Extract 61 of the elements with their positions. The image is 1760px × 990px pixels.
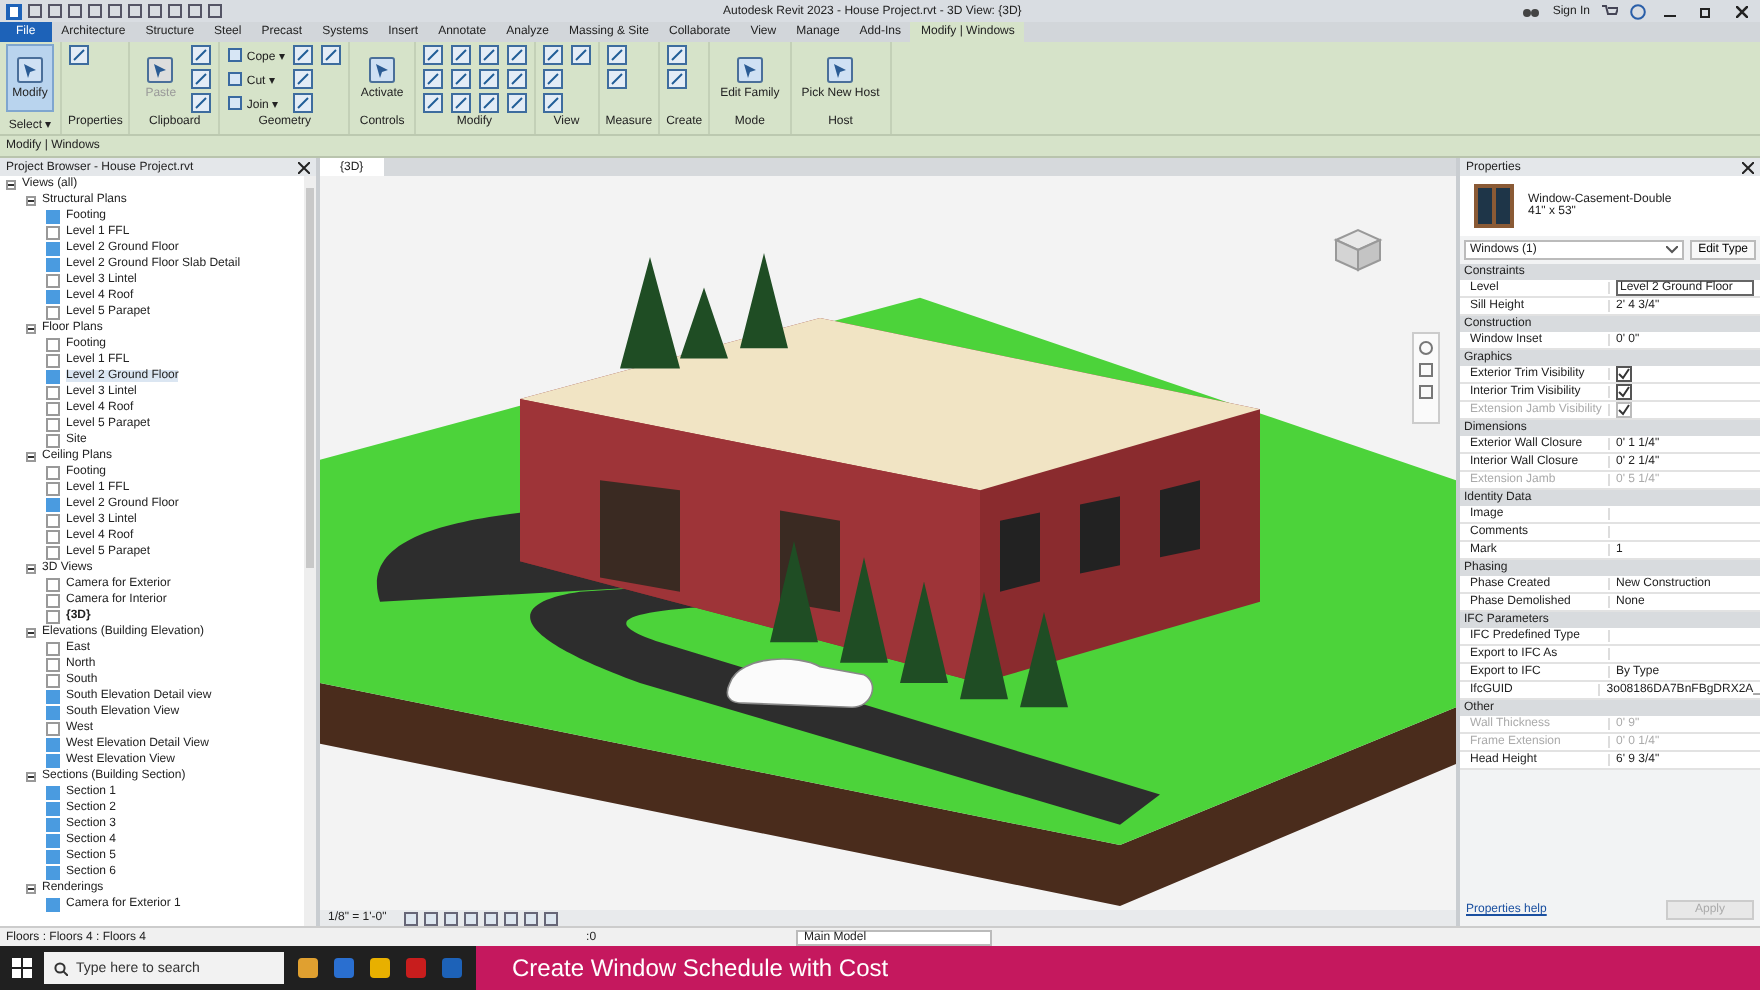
window-icon: [1472, 182, 1516, 230]
cursor-icon: [146, 56, 175, 84]
tool-icon[interactable]: [421, 68, 444, 90]
collapse-toggle[interactable]: [26, 883, 36, 893]
tool-icon[interactable]: [421, 44, 444, 66]
tool-icon[interactable]: [449, 44, 472, 66]
caret-icon: [1666, 246, 1679, 254]
tool-icon[interactable]: [449, 92, 472, 114]
tool-icon[interactable]: [421, 92, 444, 114]
tool-icon[interactable]: [292, 92, 315, 114]
tool-icon[interactable]: [190, 44, 213, 66]
tool-icon[interactable]: [477, 92, 500, 114]
help-icon[interactable]: [1630, 3, 1646, 19]
cursor-icon: [735, 56, 764, 84]
collapse-toggle[interactable]: [26, 323, 36, 333]
tool-icon[interactable]: [605, 68, 628, 90]
tool-icon[interactable]: [605, 44, 628, 66]
cart-icon[interactable]: [1602, 4, 1618, 18]
close-icon[interactable]: [298, 161, 310, 173]
cursor-icon: [16, 56, 44, 84]
tool-icon[interactable]: [505, 44, 528, 66]
restore-icon: [1700, 5, 1712, 17]
taskbar-app-icon[interactable]: [368, 956, 392, 980]
close-button[interactable]: [1730, 3, 1754, 19]
tool-icon[interactable]: [190, 92, 213, 114]
close-icon[interactable]: [1742, 161, 1754, 173]
view-cube-icon[interactable]: [1332, 228, 1384, 272]
cursor-icon: [368, 56, 397, 84]
collapse-toggle[interactable]: [26, 563, 36, 573]
tool-icon[interactable]: [505, 68, 528, 90]
tool-icon[interactable]: [666, 68, 689, 90]
tool-icon[interactable]: [541, 92, 564, 114]
tool-icon[interactable]: [292, 44, 315, 66]
tool-icon[interactable]: [666, 44, 689, 66]
collapse-toggle[interactable]: [26, 627, 36, 637]
tool-icon[interactable]: [320, 44, 343, 66]
tool-icon[interactable]: [477, 68, 500, 90]
tool-icon[interactable]: [569, 44, 592, 66]
cursor-icon: [826, 56, 855, 84]
taskbar-app-icon[interactable]: [296, 956, 320, 980]
windows-start-icon[interactable]: [12, 958, 32, 978]
collapse-toggle[interactable]: [26, 451, 36, 461]
collapse-toggle[interactable]: [26, 771, 36, 781]
checkbox[interactable]: [1616, 384, 1632, 400]
close-icon: [1736, 5, 1748, 17]
app-logo-icon[interactable]: [6, 3, 22, 19]
checkbox[interactable]: [1616, 366, 1632, 382]
tool-icon[interactable]: [505, 92, 528, 114]
tool-icon[interactable]: [292, 68, 315, 90]
collapse-toggle[interactable]: [26, 195, 36, 205]
tool-icon[interactable]: [541, 68, 564, 90]
collapse-toggle[interactable]: [6, 179, 16, 189]
tool-icon[interactable]: [190, 68, 213, 90]
tool-icon[interactable]: [449, 68, 472, 90]
caption-banner: Create Window Schedule with Cost: [476, 946, 1760, 990]
tool-icon[interactable]: [68, 44, 90, 66]
tool-icon[interactable]: [541, 44, 564, 66]
navigation-bar[interactable]: [1412, 332, 1440, 424]
search-icon: [54, 961, 68, 975]
tool-icon[interactable]: [477, 44, 500, 66]
scrollbar[interactable]: [304, 176, 316, 926]
